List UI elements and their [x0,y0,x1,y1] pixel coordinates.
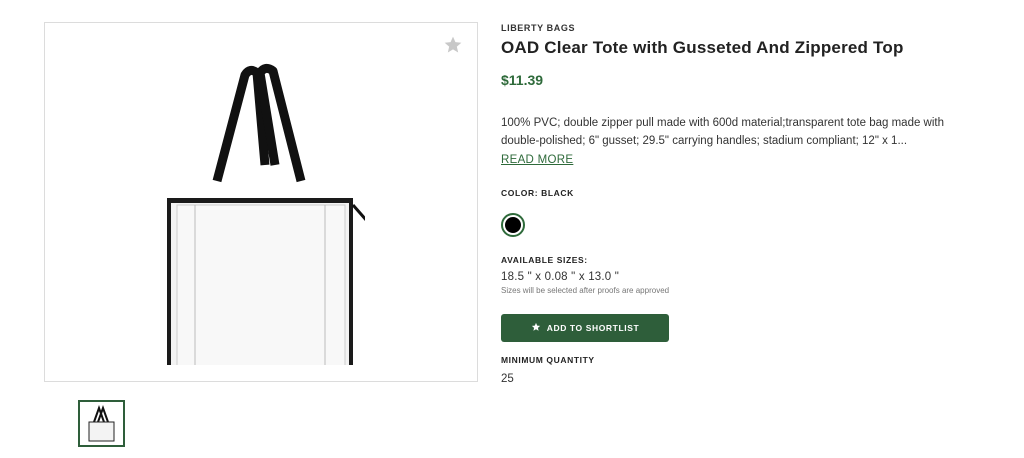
minimum-quantity-value: 25 [501,373,514,385]
add-to-shortlist-button[interactable]: ADD TO SHORTLIST [501,314,669,342]
minimum-quantity-label: MINIMUM QUANTITY [501,355,595,365]
size-value: 18.5 " x 0.08 " x 13.0 " [501,271,620,283]
star-icon [531,322,541,334]
product-price: $11.39 [501,72,544,88]
sizes-label: AVAILABLE SIZES: [501,255,588,265]
favorite-star-icon[interactable] [443,35,463,55]
product-description: 100% PVC; double zipper pull made with 6… [501,117,945,147]
size-note: Sizes will be selected after proofs are … [501,286,670,295]
product-image-frame [44,22,478,382]
product-thumbnail[interactable] [78,400,125,447]
brand-name: LIBERTY BAGS [501,23,576,33]
product-title: OAD Clear Tote with Gusseted And Zippere… [501,38,904,57]
product-image [167,63,365,365]
color-swatch-fill [505,217,521,233]
thumbnail-image [88,405,115,442]
color-label: COLOR: BLACK [501,188,574,198]
color-swatch-black[interactable] [501,213,525,237]
product-info: LIBERTY BAGS OAD Clear Tote with Gussete… [501,20,971,385]
shortlist-label: ADD TO SHORTLIST [546,323,640,333]
read-more-link[interactable]: READ MORE [501,154,573,166]
